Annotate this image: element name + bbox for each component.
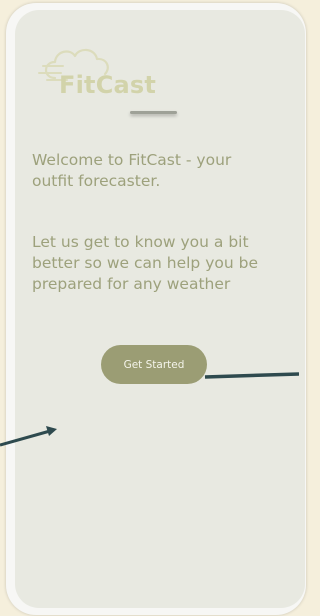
section-divider bbox=[130, 111, 177, 114]
get-started-button[interactable]: Get Started bbox=[101, 345, 207, 384]
app-screen: FitCast Welcome to FitCast - your outfit… bbox=[15, 10, 305, 608]
app-logo-text: FitCast bbox=[59, 71, 157, 99]
intro-text: Let us get to know you a bit better so w… bbox=[32, 233, 258, 293]
welcome-heading: Welcome to FitCast - your outfit forecas… bbox=[32, 151, 232, 190]
fitcast-logo: FitCast bbox=[37, 38, 177, 97]
